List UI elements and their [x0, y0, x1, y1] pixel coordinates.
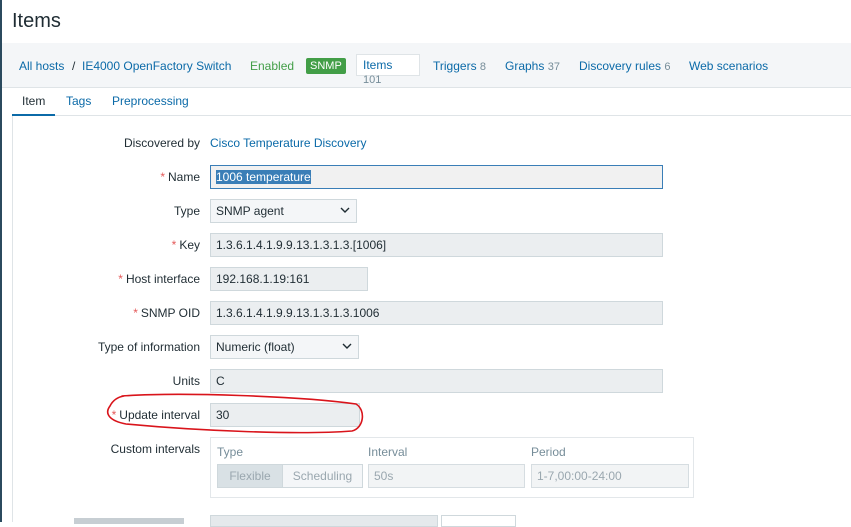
custom-intervals-col-period: Period [531, 445, 566, 459]
tab-discovery-rules[interactable]: Discovery rules 6 [579, 59, 671, 74]
form-tabs: Item Tags Preprocessing [12, 88, 851, 116]
update-interval-input[interactable]: 30 [210, 403, 360, 427]
units-input[interactable]: C [210, 369, 663, 393]
interval-type-scheduling[interactable]: Scheduling [283, 465, 362, 487]
key-input[interactable]: 1.3.6.1.4.1.9.9.13.1.3.1.3.[1006] [210, 233, 663, 257]
type-select[interactable]: SNMP agent [210, 199, 357, 223]
snmp-oid-input[interactable]: 1.3.6.1.4.1.9.9.13.1.3.1.3.1006 [210, 301, 663, 325]
name-label: * Name [160, 170, 200, 184]
host-navigation: All hosts / IE4000 OpenFactory Switch En… [2, 43, 851, 88]
snmp-oid-label: * SNMP OID [133, 306, 200, 320]
custom-intervals-table: Type Interval Period Flexible Scheduling… [210, 437, 694, 498]
tab-triggers[interactable]: Triggers 8 [433, 59, 486, 74]
breadcrumb-separator: / [72, 59, 76, 73]
update-interval-label: * Update interval [111, 408, 200, 422]
tab-web-scenarios[interactable]: Web scenarios [689, 59, 768, 73]
key-label-text: Key [179, 238, 200, 252]
cut-off-row-label [70, 512, 200, 526]
host-status[interactable]: Enabled [250, 59, 294, 73]
type-label: Type [173, 204, 200, 218]
tab-items[interactable]: Items 101 [356, 54, 420, 86]
custom-period-input[interactable]: 1-7,00:00-24:00 [531, 464, 689, 488]
discovered-by-label: Discovered by [123, 136, 200, 150]
cut-off-row-controls [210, 512, 516, 527]
breadcrumb-host[interactable]: IE4000 OpenFactory Switch [82, 59, 231, 73]
tab-web-scenarios-label: Web scenarios [689, 59, 769, 73]
type-of-information-value: Numeric (float) [216, 340, 295, 354]
form-tab-preprocessing[interactable]: Preprocessing [112, 94, 189, 108]
tab-items-label: Items [363, 58, 393, 72]
host-interface-input[interactable]: 192.168.1.19:161 [210, 267, 368, 291]
tab-graphs[interactable]: Graphs 37 [505, 59, 560, 74]
units-label: Units [172, 374, 200, 388]
type-select-value: SNMP agent [216, 204, 284, 218]
host-interface-label: * Host interface [118, 272, 200, 286]
custom-intervals-col-interval: Interval [368, 445, 408, 459]
chevron-down-icon [340, 207, 350, 213]
form-tab-item[interactable]: Item [22, 94, 45, 108]
name-input-value: 1006 temperature [216, 170, 311, 184]
form-tab-tags[interactable]: Tags [66, 94, 91, 108]
type-of-information-label: Type of information [97, 340, 200, 354]
tab-triggers-count: 8 [479, 61, 487, 73]
page-title: Items [12, 10, 61, 32]
interval-type-toggle[interactable]: Flexible Scheduling [217, 464, 363, 488]
snmp-availability-badge: SNMP [306, 58, 346, 74]
tab-graphs-count: 37 [547, 61, 560, 73]
tab-discovery-rules-count: 6 [664, 61, 671, 73]
chevron-down-icon [342, 343, 352, 349]
name-input[interactable]: 1006 temperature [210, 165, 663, 189]
type-of-information-select[interactable]: Numeric (float) [210, 335, 359, 359]
tab-items-count: 101 [363, 74, 382, 86]
tab-graphs-label: Graphs [505, 59, 545, 73]
name-label-text: Name [167, 170, 200, 184]
custom-intervals-col-type: Type [217, 445, 244, 459]
host-interface-label-text: Host interface [125, 272, 200, 286]
tab-discovery-rules-label: Discovery rules [579, 59, 662, 73]
custom-interval-input[interactable]: 50s [368, 464, 525, 488]
breadcrumb-all-hosts[interactable]: All hosts [19, 59, 64, 73]
snmp-oid-label-text: SNMP OID [140, 306, 200, 320]
discovered-by-link[interactable]: Cisco Temperature Discovery [210, 136, 367, 150]
update-interval-label-text: Update interval [119, 408, 200, 422]
tab-triggers-label: Triggers [433, 59, 477, 73]
custom-intervals-label: Custom intervals [110, 442, 200, 456]
key-label: * Key [171, 238, 200, 252]
interval-type-flexible[interactable]: Flexible [218, 465, 283, 487]
